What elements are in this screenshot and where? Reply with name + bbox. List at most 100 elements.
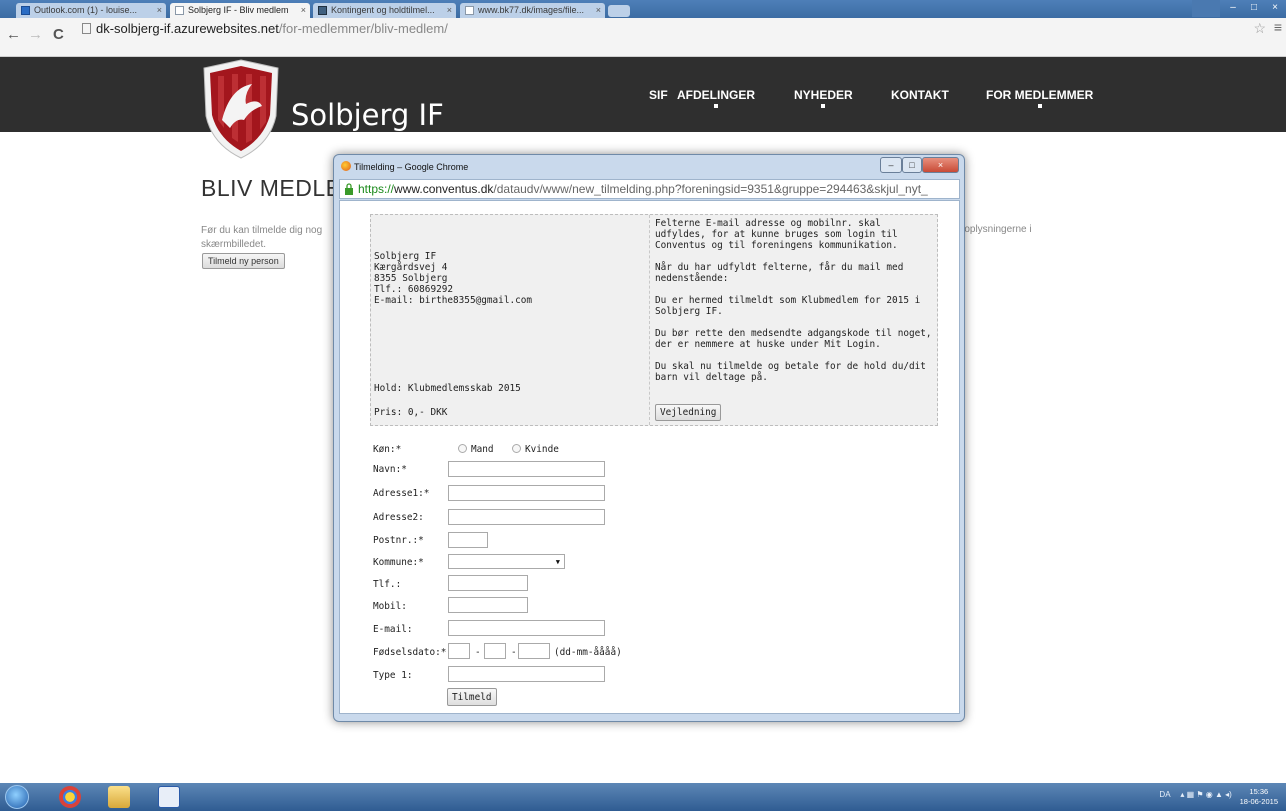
new-tab-button[interactable] <box>608 5 630 17</box>
club-contact: Solbjerg IF Kærgårdsvej 4 8355 Solbjerg … <box>374 251 532 306</box>
reload-icon[interactable]: C <box>53 26 64 43</box>
tab-kontingent[interactable]: Kontingent og holdtilmel... × <box>313 3 456 18</box>
birth-year-input[interactable] <box>518 643 550 659</box>
address2-label: Adresse2: <box>373 512 424 523</box>
municipality-label: Kommune:* <box>373 557 424 568</box>
tab-label: Outlook.com (1) - louise... <box>34 5 138 15</box>
url-path: /dataudv/www/new_tilmelding.php?forening… <box>493 182 928 196</box>
phone-input[interactable] <box>448 575 528 591</box>
popup-address-bar[interactable]: https://www.conventus.dk/dataudv/www/new… <box>339 179 960 199</box>
info-paragraph: Du skal nu tilmelde og betale for de hol… <box>655 361 926 383</box>
gender-female-label: Kvinde <box>525 444 559 455</box>
nav-item-kontakt[interactable]: KONTAKT <box>891 88 949 102</box>
dropdown-indicator-icon <box>714 104 718 108</box>
date-separator: - <box>475 647 481 658</box>
club-phone: Tlf.: 60869292 <box>374 284 454 295</box>
popup-close-button[interactable]: × <box>922 157 959 173</box>
tab-solbjerg[interactable]: Solbjerg IF - Bliv medlem × <box>170 3 310 18</box>
address-bar[interactable]: dk-solbjerg-if.azurewebsites.net/for-med… <box>82 21 448 36</box>
popup-maximize-button[interactable]: □ <box>902 157 922 173</box>
gender-male-label: Mand <box>471 444 494 455</box>
club-city: 8355 Solbjerg <box>374 273 448 284</box>
club-info-box: Solbjerg IF Kærgårdsvej 4 8355 Solbjerg … <box>370 214 938 426</box>
gender-male-radio[interactable] <box>458 444 467 453</box>
url-host: dk-solbjerg-if.azurewebsites.net <box>96 21 279 36</box>
nav-item-for-medlemmer[interactable]: FOR MEDLEMMER <box>986 88 1093 108</box>
nav-label: NYHEDER <box>794 88 853 102</box>
back-arrow-icon[interactable]: ← <box>6 26 21 43</box>
name-label: Navn:* <box>373 464 407 475</box>
gender-female-radio[interactable] <box>512 444 521 453</box>
minimize-button[interactable]: – <box>1222 0 1244 17</box>
windows-taskbar: DA ▴ ▦ ⚑ ◉ ▲ ◂) 15:36 18-06-2015 <box>0 783 1286 811</box>
team-name: Hold: Klubmedlemsskab 2015 <box>374 383 521 394</box>
url-scheme: https:// <box>358 182 395 196</box>
language-indicator[interactable]: DA <box>1159 790 1170 799</box>
birthdate-label: Fødselsdato:* <box>373 647 447 658</box>
word-icon[interactable] <box>158 786 180 808</box>
tray-icons[interactable]: ▴ ▦ ⚑ ◉ ▲ ◂) <box>1180 790 1231 799</box>
address1-input[interactable] <box>448 485 605 501</box>
municipality-select[interactable]: ▼ <box>448 554 565 569</box>
window-controls: – □ × <box>1192 0 1286 18</box>
popup-content: Solbjerg IF Kærgårdsvej 4 8355 Solbjerg … <box>339 200 960 714</box>
start-button[interactable] <box>5 785 29 809</box>
tab-outlook[interactable]: Outlook.com (1) - louise... × <box>16 3 166 18</box>
info-paragraph: Felterne E-mail adresse og mobilnr. skal… <box>655 218 898 251</box>
name-input[interactable] <box>448 461 605 477</box>
postal-input[interactable] <box>448 532 488 548</box>
intro-text-right: e oplysningerne i <box>956 224 1032 235</box>
user-icon[interactable] <box>1192 0 1220 17</box>
nav-item-nyheder[interactable]: NYHEDER <box>794 88 853 108</box>
site-logo-text[interactable]: Solbjerg IF <box>291 98 444 132</box>
page-icon <box>82 23 91 34</box>
close-icon[interactable]: × <box>447 5 452 15</box>
dropdown-indicator-icon <box>821 104 826 108</box>
register-person-button[interactable]: Tilmeld ny person <box>202 253 285 269</box>
nav-item-sif[interactable]: SIF <box>649 88 668 102</box>
tab-bk77[interactable]: www.bk77.dk/images/file... × <box>460 3 605 18</box>
page-icon <box>175 6 184 15</box>
shield-logo[interactable] <box>200 58 282 160</box>
club-email: E-mail: birthe8355@gmail.com <box>374 295 533 306</box>
birth-month-input[interactable] <box>484 643 506 659</box>
clock-date: 18-06-2015 <box>1239 797 1278 806</box>
menu-icon[interactable]: ≡ <box>1274 19 1282 35</box>
email-label: E-mail: <box>373 624 413 635</box>
explorer-folder-icon[interactable] <box>108 786 130 808</box>
birth-day-input[interactable] <box>448 643 470 659</box>
popup-minimize-button[interactable]: – <box>880 157 902 173</box>
nav-item-afdelinger[interactable]: AFDELINGER <box>677 88 755 108</box>
bookmark-star-icon[interactable]: ☆ <box>1253 20 1266 37</box>
club-name: Solbjerg IF <box>374 251 437 262</box>
url-host: www.conventus.dk <box>394 182 494 196</box>
address2-input[interactable] <box>448 509 605 525</box>
close-icon[interactable]: × <box>301 5 306 15</box>
close-icon[interactable]: × <box>596 5 601 15</box>
info-paragraph: Du er hermed tilmeldt som Klubmedlem for… <box>655 295 921 317</box>
chrome-icon[interactable] <box>59 786 81 808</box>
clock[interactable]: 15:36 18-06-2015 <box>1240 787 1278 807</box>
date-separator: - <box>511 647 517 658</box>
email-input[interactable] <box>448 620 605 636</box>
popup-title: Tilmelding – Google Chrome <box>354 162 469 172</box>
mobile-input[interactable] <box>448 597 528 613</box>
address1-label: Adresse1:* <box>373 488 430 499</box>
nav-label: AFDELINGER <box>677 88 755 102</box>
close-icon[interactable]: × <box>157 5 162 15</box>
forward-arrow-icon[interactable]: → <box>28 26 43 43</box>
tab-label: Solbjerg IF - Bliv medlem <box>188 5 289 15</box>
maximize-button[interactable]: □ <box>1244 0 1264 17</box>
tab-strip: Outlook.com (1) - louise... × Solbjerg I… <box>0 0 1286 18</box>
tab-label: Kontingent og holdtilmel... <box>331 5 435 15</box>
type1-label: Type 1: <box>373 670 413 681</box>
submit-button[interactable]: Tilmeld <box>447 688 497 706</box>
birthdate-hint: (dd-mm-åååå) <box>554 647 622 658</box>
tab-label: www.bk77.dk/images/file... <box>478 5 585 15</box>
close-window-button[interactable]: × <box>1264 0 1286 17</box>
type1-input[interactable] <box>448 666 605 682</box>
guide-button[interactable]: Vejledning <box>655 404 722 421</box>
clock-time: 15:36 <box>1249 787 1269 796</box>
club-address: Kærgårdsvej 4 <box>374 262 448 273</box>
intro-line: skærmbilledet. <box>201 239 267 250</box>
